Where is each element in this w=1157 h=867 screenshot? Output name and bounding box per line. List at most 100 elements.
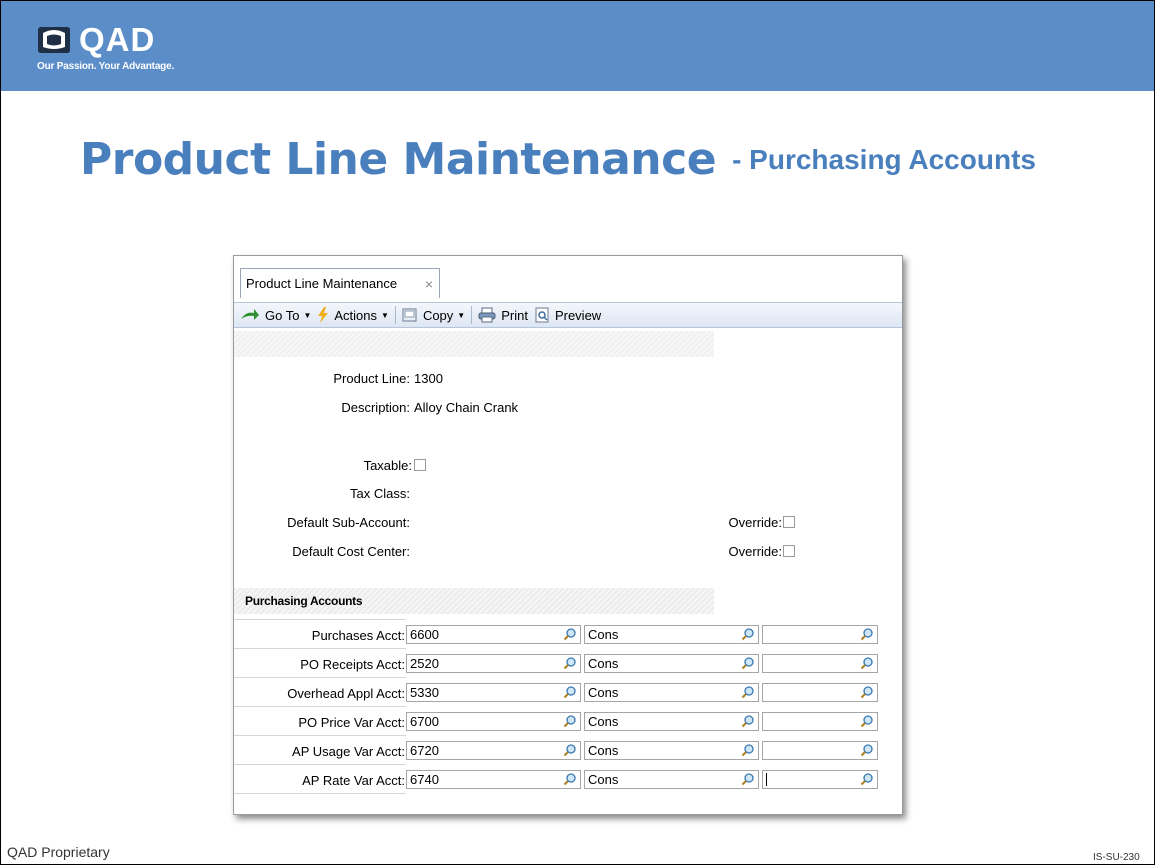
account-value: 2520: [410, 656, 439, 671]
ap-usage-var-acct-sub-input[interactable]: Cons: [584, 741, 759, 760]
overhead-appl-acct-sub-input[interactable]: Cons: [584, 683, 759, 702]
preview-icon: [535, 307, 549, 323]
preview-button[interactable]: Preview: [534, 307, 601, 323]
qad-logo-icon: [38, 27, 70, 53]
sub-value: Cons: [588, 685, 619, 700]
lookup-icon[interactable]: [860, 656, 874, 670]
toolbar: Go To ▼ Actions ▼ Copy ▼ Print Preview: [234, 302, 902, 328]
po-receipts-acct-account-input[interactable]: 2520: [406, 654, 581, 673]
logo-wordmark: QAD: [79, 21, 156, 58]
print-button[interactable]: Print: [478, 307, 528, 323]
purchasing-accounts-section-title: Purchasing Accounts: [234, 588, 714, 614]
close-icon[interactable]: ×: [425, 269, 433, 299]
sub-value: Cons: [588, 772, 619, 787]
actions-label: Actions: [334, 307, 378, 323]
taxable-label: Taxable:: [363, 458, 412, 473]
toolbar-separator: [394, 306, 396, 324]
account-value: 6600: [410, 627, 439, 642]
lookup-icon[interactable]: [860, 714, 874, 728]
po-price-var-acct-label: PO Price Var Acct:: [298, 715, 405, 730]
account-value: 6720: [410, 743, 439, 758]
po-receipts-acct-cc-input[interactable]: [762, 654, 878, 673]
tab-bar: Product Line Maintenance ×: [234, 256, 902, 302]
lookup-icon[interactable]: [741, 656, 755, 670]
lookup-icon[interactable]: [741, 627, 755, 641]
ap-rate-var-acct-cc-input[interactable]: [762, 770, 878, 789]
account-value: 5330: [410, 685, 439, 700]
overhead-appl-acct-cc-input[interactable]: [762, 683, 878, 702]
slide-title-sub: - Purchasing Accounts: [732, 144, 1036, 175]
lookup-icon[interactable]: [860, 627, 874, 641]
tab-label: Product Line Maintenance: [246, 276, 398, 291]
chevron-down-icon: ▼: [303, 310, 312, 320]
account-value: 6740: [410, 772, 439, 787]
lookup-icon[interactable]: [741, 743, 755, 757]
cost-center-override-checkbox[interactable]: [783, 545, 795, 557]
row-divider: [234, 677, 406, 678]
slide-title-main: Product Line Maintenance: [80, 134, 717, 185]
purchases-acct-sub-input[interactable]: Cons: [584, 625, 759, 644]
copy-icon: [402, 308, 417, 322]
lookup-icon[interactable]: [563, 772, 577, 786]
footer-slide-id: IS-SU-230: [1093, 852, 1140, 863]
account-value: 6700: [410, 714, 439, 729]
lookup-icon[interactable]: [563, 714, 577, 728]
text-cursor: [766, 773, 767, 786]
copy-button[interactable]: Copy ▼: [402, 307, 465, 323]
ap-usage-var-acct-account-input[interactable]: 6720: [406, 741, 581, 760]
actions-button[interactable]: Actions ▼: [317, 307, 389, 323]
default-sub-account-label: Default Sub-Account:: [287, 515, 410, 530]
header-stripe: [234, 331, 714, 357]
chevron-down-icon: ▼: [457, 310, 466, 320]
description-value: Alloy Chain Crank: [414, 400, 519, 415]
tax-class-label: Tax Class:: [350, 486, 410, 501]
sub-value: Cons: [588, 656, 619, 671]
cost-center-override-label: Override:: [728, 544, 782, 559]
po-price-var-acct-sub-input[interactable]: Cons: [584, 712, 759, 731]
slide-title: Product Line Maintenance - Purchasing Acc…: [80, 134, 1036, 185]
preview-label: Preview: [554, 307, 602, 323]
goto-button[interactable]: Go To ▼: [240, 308, 311, 323]
row-divider: [234, 793, 406, 794]
footer-proprietary: QAD Proprietary: [7, 844, 110, 860]
row-divider: [234, 706, 406, 707]
po-receipts-acct-sub-input[interactable]: Cons: [584, 654, 759, 673]
sub-account-override-label: Override:: [728, 515, 782, 530]
lookup-icon[interactable]: [741, 714, 755, 728]
lookup-icon[interactable]: [860, 772, 874, 786]
lookup-icon[interactable]: [563, 656, 577, 670]
row-divider: [234, 764, 406, 765]
lookup-icon[interactable]: [741, 772, 755, 786]
po-price-var-acct-cc-input[interactable]: [762, 712, 878, 731]
product-line-value: 1300: [414, 371, 443, 386]
ap-rate-var-acct-account-input[interactable]: 6740: [406, 770, 581, 789]
row-divider: [234, 735, 406, 736]
ap-usage-var-acct-cc-input[interactable]: [762, 741, 878, 760]
ap-usage-var-acct-label: AP Usage Var Acct:: [292, 744, 405, 759]
purchases-acct-label: Purchases Acct:: [311, 628, 405, 643]
lookup-icon[interactable]: [741, 685, 755, 699]
lookup-icon[interactable]: [563, 743, 577, 757]
po-receipts-acct-label: PO Receipts Acct:: [300, 657, 405, 672]
logo-tagline: Our Passion. Your Advantage.: [37, 61, 175, 72]
overhead-appl-acct-account-input[interactable]: 5330: [406, 683, 581, 702]
sub-account-override-checkbox[interactable]: [783, 516, 795, 528]
app-window: Product Line Maintenance × Go To ▼ Actio…: [233, 255, 903, 815]
sub-value: Cons: [588, 743, 619, 758]
purchases-acct-account-input[interactable]: 6600: [406, 625, 581, 644]
print-label: Print: [501, 307, 528, 323]
toolbar-separator: [471, 306, 473, 324]
taxable-checkbox[interactable]: [414, 459, 426, 471]
lookup-icon[interactable]: [563, 685, 577, 699]
lookup-icon[interactable]: [860, 743, 874, 757]
row-divider: [234, 648, 406, 649]
ap-rate-var-acct-sub-input[interactable]: Cons: [584, 770, 759, 789]
description-label: Description:: [341, 400, 410, 415]
purchases-acct-cc-input[interactable]: [762, 625, 878, 644]
lookup-icon[interactable]: [563, 627, 577, 641]
row-divider: [234, 619, 406, 620]
po-price-var-acct-account-input[interactable]: 6700: [406, 712, 581, 731]
tab-product-line-maintenance[interactable]: Product Line Maintenance ×: [240, 268, 440, 298]
lookup-icon[interactable]: [860, 685, 874, 699]
goto-label: Go To: [265, 307, 300, 323]
